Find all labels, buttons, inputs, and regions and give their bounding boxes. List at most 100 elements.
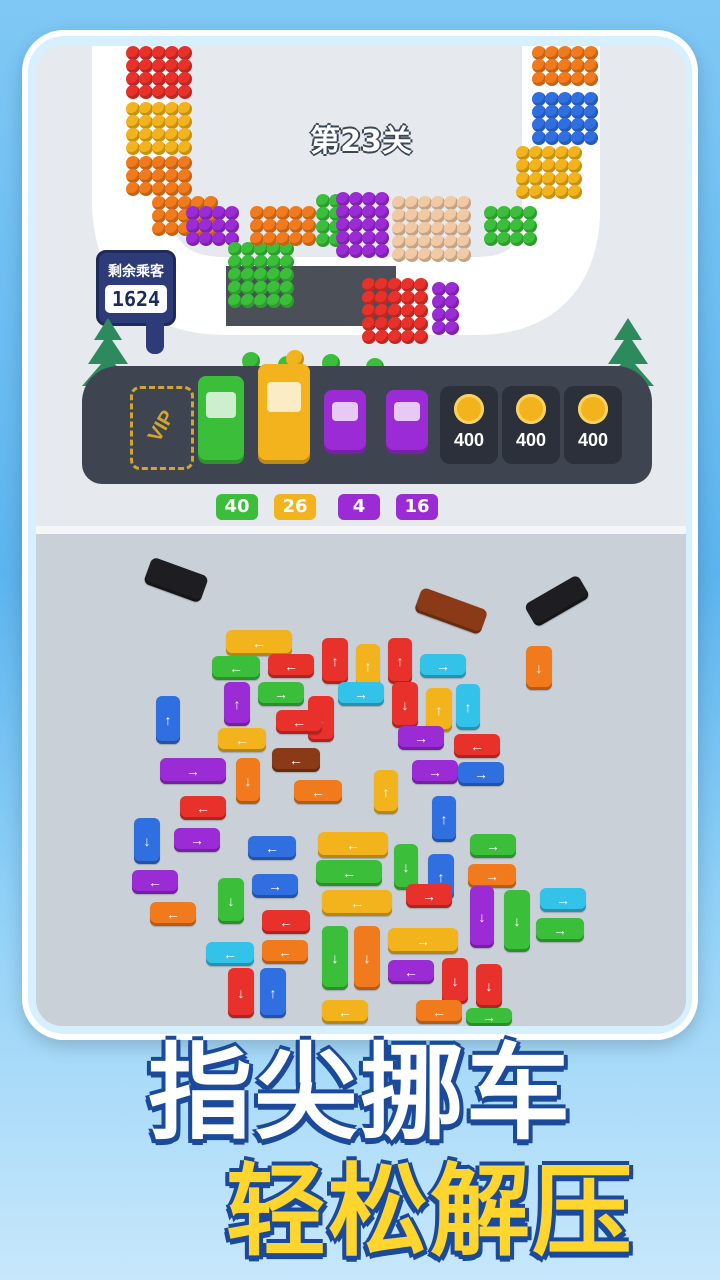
car[interactable] xyxy=(523,574,591,628)
car[interactable]: ← xyxy=(318,832,388,858)
car[interactable]: ← xyxy=(294,780,342,804)
passenger xyxy=(126,102,140,116)
passenger xyxy=(139,102,153,116)
green-bus[interactable] xyxy=(198,376,244,464)
car[interactable]: ← xyxy=(388,960,434,984)
car[interactable]: ← xyxy=(322,890,392,916)
car[interactable]: → xyxy=(338,682,384,706)
passenger xyxy=(457,235,471,249)
car[interactable]: → xyxy=(540,888,586,912)
passenger xyxy=(316,220,330,234)
yellow-bus[interactable] xyxy=(258,364,310,464)
car[interactable]: ↓ xyxy=(470,886,494,948)
passenger xyxy=(558,92,572,106)
car[interactable]: ↓ xyxy=(526,646,552,690)
passenger xyxy=(362,244,376,258)
car[interactable]: ↑ xyxy=(374,770,398,814)
car[interactable]: ← xyxy=(132,870,178,894)
car[interactable]: ↓ xyxy=(322,926,348,990)
car[interactable]: ↑ xyxy=(388,638,412,684)
car[interactable]: ← xyxy=(180,796,226,820)
direction-arrow-icon: → xyxy=(556,892,570,908)
car[interactable]: ← xyxy=(272,748,320,772)
capacity-badge-purple-2: 16 xyxy=(396,494,438,520)
unlock-price: 400 xyxy=(577,430,609,450)
car[interactable]: → xyxy=(458,762,504,786)
car[interactable]: → xyxy=(412,760,458,784)
car[interactable]: → xyxy=(388,928,458,954)
car[interactable]: ↑ xyxy=(224,682,250,726)
car[interactable]: ← xyxy=(212,656,260,680)
slot-purple-car-2[interactable] xyxy=(378,386,436,464)
purple-car-1[interactable] xyxy=(324,390,366,454)
passenger xyxy=(431,209,445,223)
car[interactable]: ← xyxy=(226,630,292,656)
direction-arrow-icon: → xyxy=(474,766,488,782)
passenger xyxy=(349,244,363,258)
car[interactable] xyxy=(143,556,209,604)
passenger xyxy=(418,209,432,223)
direction-arrow-icon: ↓ xyxy=(244,773,252,789)
passenger xyxy=(444,209,458,223)
car[interactable]: ↓ xyxy=(236,758,260,804)
passenger xyxy=(571,72,585,86)
slot-yellow-bus[interactable] xyxy=(254,364,312,464)
car[interactable]: ↓ xyxy=(442,958,468,1004)
vip-slot[interactable]: VIP xyxy=(130,386,194,470)
locked-slot-2[interactable]: 400 xyxy=(502,386,560,464)
car[interactable]: ← xyxy=(276,710,322,734)
car[interactable]: → xyxy=(420,654,466,678)
car[interactable]: ← xyxy=(248,836,296,860)
passenger xyxy=(302,219,316,233)
car[interactable]: ← xyxy=(316,860,382,886)
passenger xyxy=(431,235,445,249)
passenger xyxy=(263,232,277,246)
car[interactable]: ↓ xyxy=(392,682,418,728)
car[interactable]: → xyxy=(470,834,516,858)
passenger xyxy=(178,72,192,86)
car[interactable]: ← xyxy=(150,902,196,926)
locked-slot-1[interactable]: 400 xyxy=(440,386,498,464)
car[interactable]: ↓ xyxy=(134,818,160,864)
passenger xyxy=(316,194,330,208)
passenger xyxy=(568,159,582,173)
direction-arrow-icon: ↓ xyxy=(143,833,151,849)
car[interactable]: ↑ xyxy=(432,796,456,842)
car[interactable]: → xyxy=(258,682,304,706)
unlock-price: 400 xyxy=(515,430,547,450)
car[interactable]: ↓ xyxy=(218,878,244,924)
passenger xyxy=(532,46,546,60)
car[interactable]: → xyxy=(252,874,298,898)
car[interactable]: ↑ xyxy=(156,696,180,744)
car[interactable]: ← xyxy=(268,654,314,678)
car[interactable]: → xyxy=(160,758,226,784)
car[interactable]: ← xyxy=(262,940,308,964)
car[interactable]: ↑ xyxy=(322,638,348,684)
slot-purple-car-1[interactable] xyxy=(316,386,374,464)
car[interactable]: → xyxy=(536,918,584,942)
passenger xyxy=(139,59,153,73)
car[interactable]: ← xyxy=(206,942,254,966)
passenger xyxy=(418,248,432,262)
direction-arrow-icon: ← xyxy=(292,714,306,730)
passenger xyxy=(392,209,406,223)
car[interactable]: → xyxy=(398,726,444,750)
car[interactable]: ← xyxy=(218,728,266,752)
car[interactable]: ↓ xyxy=(476,964,502,1008)
direction-arrow-icon: ↓ xyxy=(478,909,486,925)
car[interactable]: ← xyxy=(262,910,310,934)
car[interactable]: ↑ xyxy=(456,684,480,730)
car[interactable]: ↓ xyxy=(504,890,530,952)
car[interactable] xyxy=(413,586,489,636)
passenger xyxy=(165,59,179,73)
car[interactable]: → xyxy=(468,864,516,888)
car[interactable]: → xyxy=(174,828,220,852)
slot-green-bus[interactable] xyxy=(192,376,250,464)
car[interactable]: ← xyxy=(454,734,500,758)
passenger xyxy=(152,46,166,60)
car[interactable]: → xyxy=(406,884,452,908)
locked-slot-3[interactable]: 400 xyxy=(564,386,622,464)
passenger xyxy=(362,192,376,206)
purple-car-2[interactable] xyxy=(386,390,428,454)
car[interactable]: ↓ xyxy=(354,926,380,990)
